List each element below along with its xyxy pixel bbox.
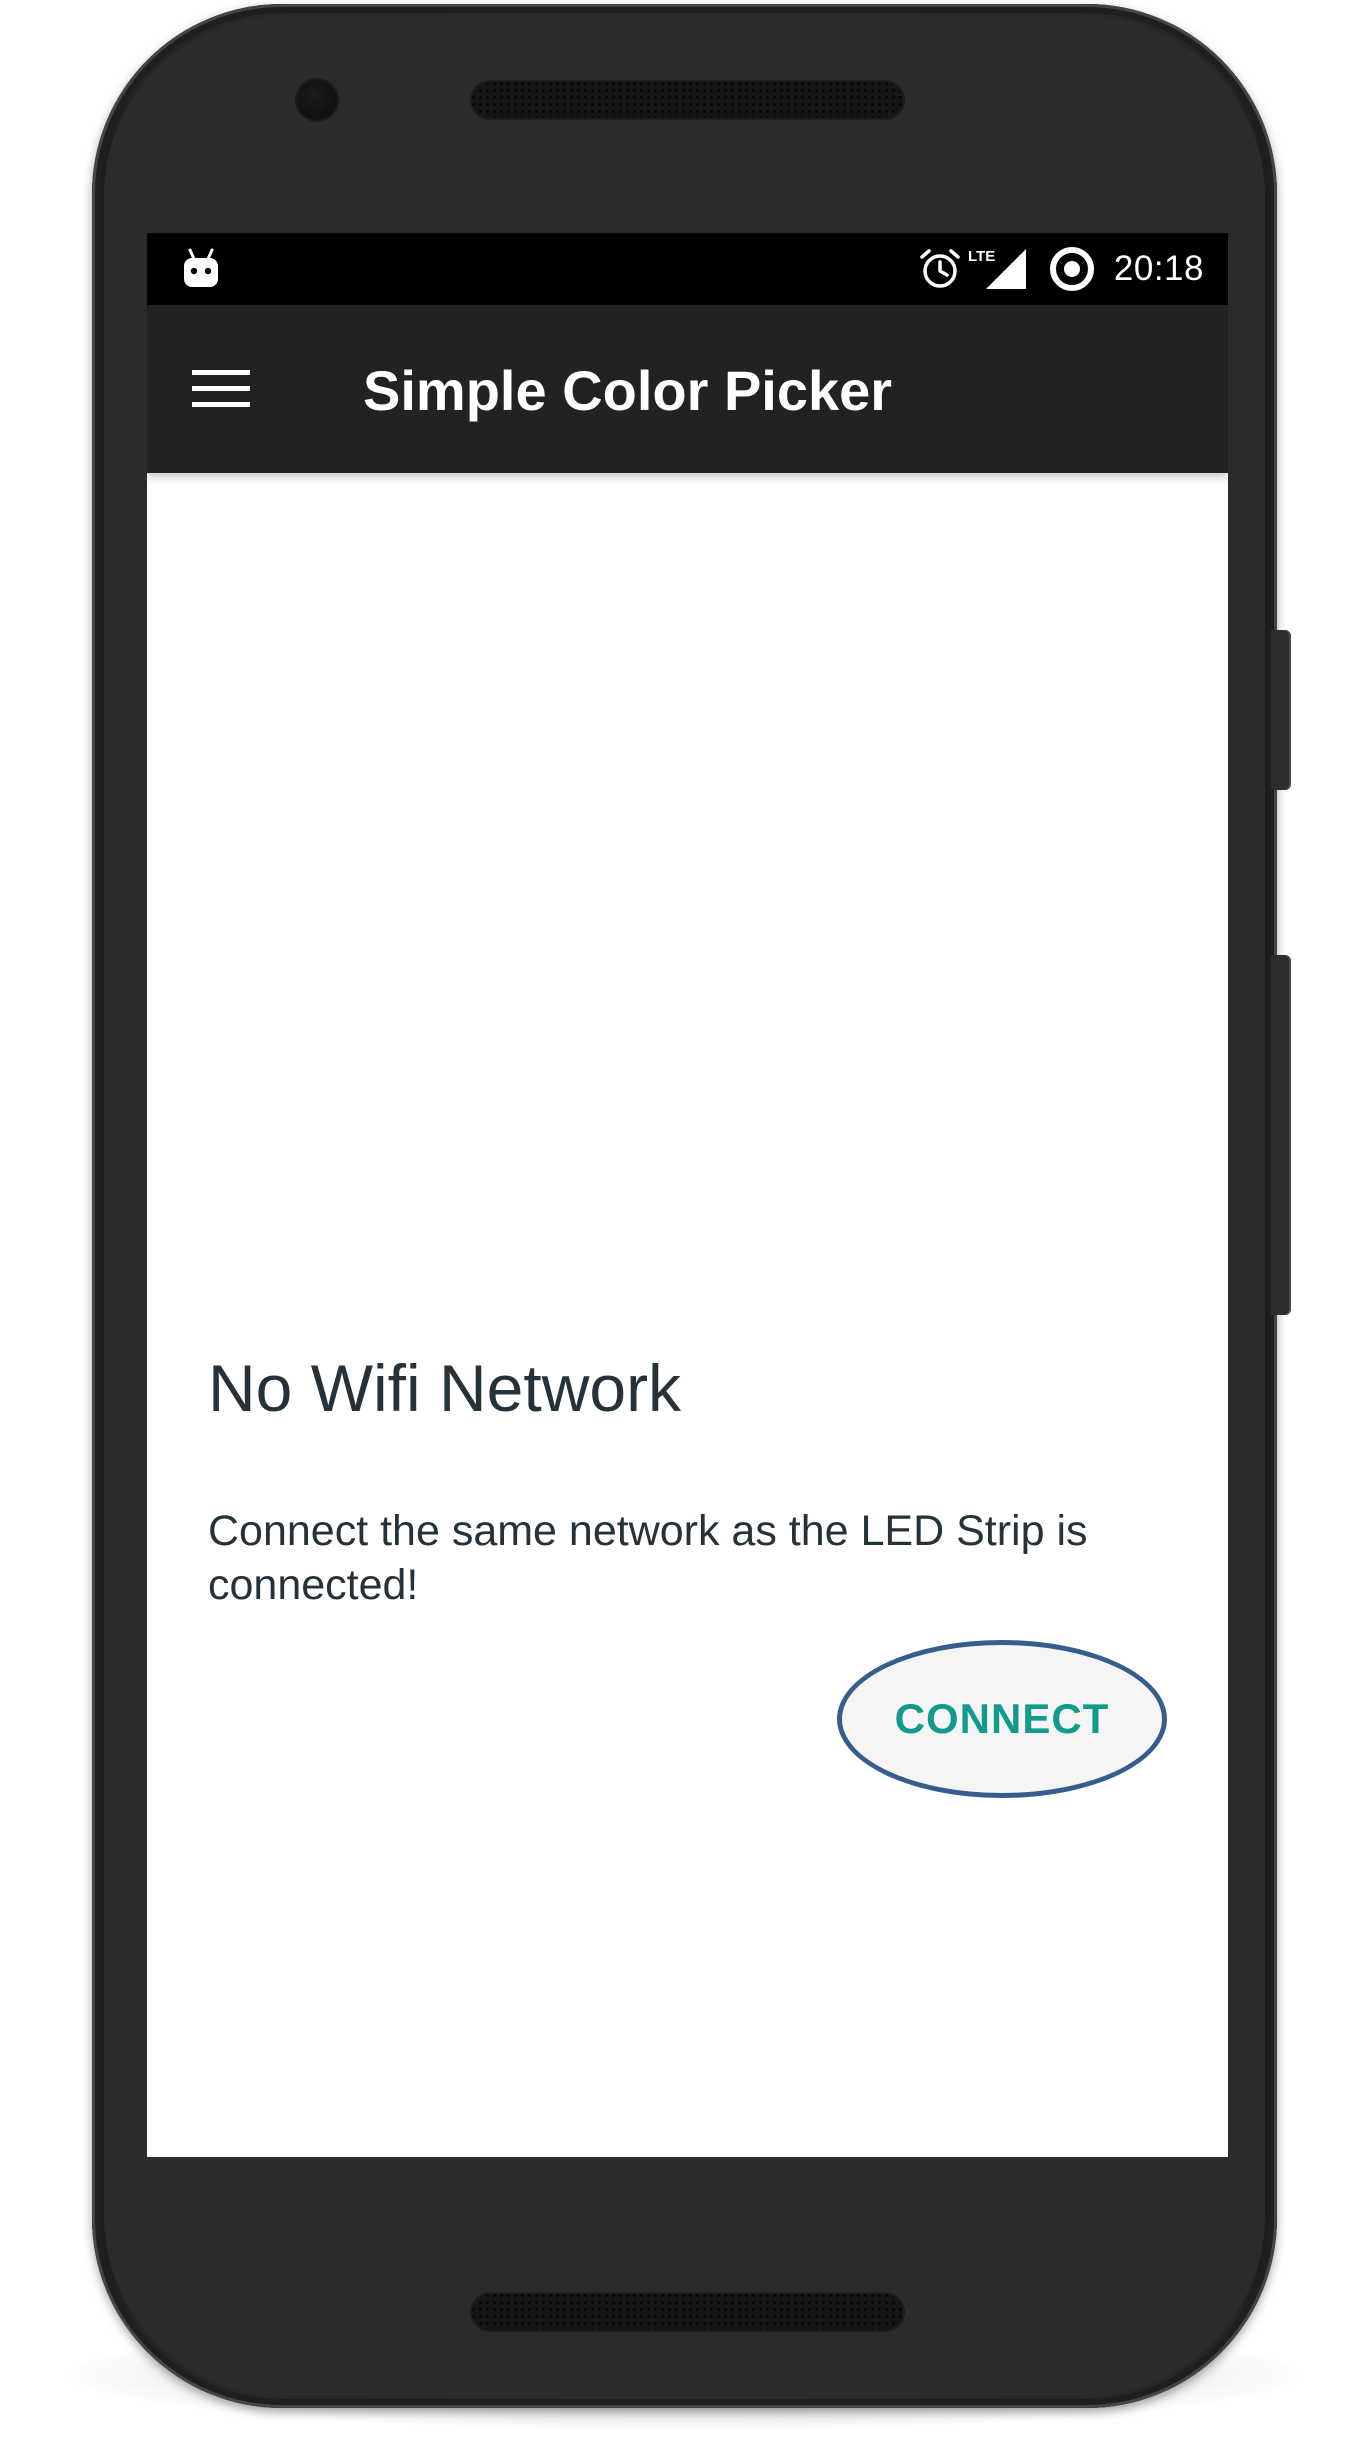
connect-message: Connect the same network as the LED Stri… xyxy=(208,1507,1088,1609)
phone-screen: LTE 20:18 Simple Color Picker No Wifi Ne… xyxy=(147,233,1228,2157)
no-wifi-heading: No Wifi Network xyxy=(208,1351,682,1425)
earpiece-speaker xyxy=(470,80,905,120)
alarm-icon xyxy=(920,249,960,288)
volume-button xyxy=(1271,955,1291,1315)
connect-button[interactable]: CONNECT xyxy=(837,1640,1167,1798)
status-time: 20:18 xyxy=(1113,249,1204,288)
front-camera xyxy=(297,80,337,120)
hamburger-menu-icon xyxy=(192,370,250,407)
app-title: Simple Color Picker xyxy=(363,359,893,422)
power-button xyxy=(1271,630,1291,790)
app-bar: Simple Color Picker xyxy=(147,305,1228,473)
lte-signal-icon: LTE xyxy=(968,248,1026,289)
status-bar: LTE 20:18 xyxy=(147,233,1228,305)
main-content: No Wifi Network Connect the same network… xyxy=(147,473,1228,2157)
menu-button[interactable] xyxy=(181,349,261,429)
connect-button-area: CONNECT xyxy=(837,1640,1167,1798)
lte-label: LTE xyxy=(968,248,995,265)
bottom-speaker xyxy=(470,2292,905,2332)
android-icon xyxy=(184,248,218,287)
status-icons: LTE 20:18 xyxy=(918,233,1204,305)
sync-icon xyxy=(1049,247,1094,291)
